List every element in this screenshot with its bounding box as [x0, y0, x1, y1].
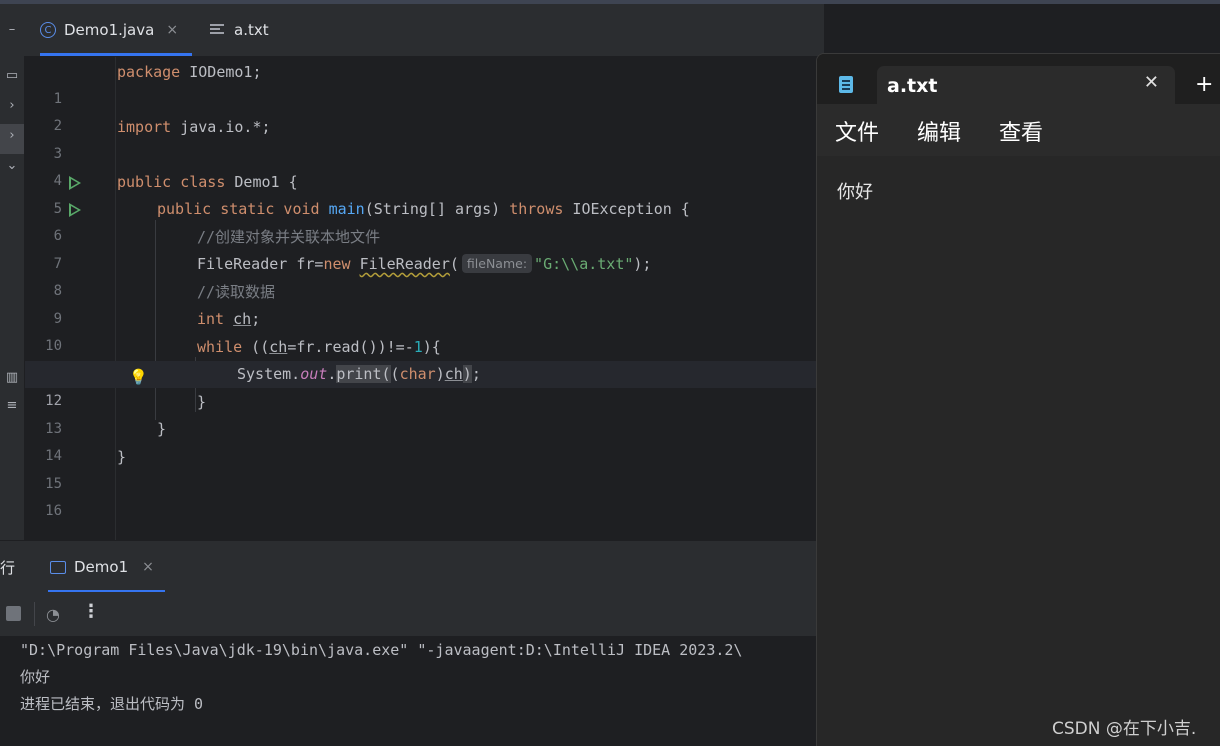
- stop-icon[interactable]: [6, 606, 21, 621]
- notepad-content: 你好: [837, 182, 873, 203]
- code-line: 7 //创建对象并关联本地文件: [25, 224, 816, 272]
- code-editor[interactable]: 1 package IODemo1; 2 3 import java.io.*;…: [25, 57, 816, 540]
- code-line: 9 //读取数据: [25, 279, 816, 327]
- new-tab-button[interactable]: +: [1195, 72, 1213, 97]
- tab-demo1-java[interactable]: C Demo1.java ×: [40, 4, 192, 56]
- java-class-icon: C: [40, 22, 56, 38]
- tab-label: a.txt: [234, 21, 269, 39]
- code-line: 3 import java.io.*;: [25, 114, 816, 162]
- collapse-icon[interactable]: –: [0, 22, 24, 37]
- console-line: "D:\Program Files\Java\jdk-19\bin\java.e…: [20, 641, 743, 659]
- run-tab-label: Demo1: [74, 558, 129, 576]
- more-options-icon[interactable]: ⋮: [82, 601, 100, 622]
- close-icon[interactable]: ×: [166, 22, 178, 38]
- todo-list-icon[interactable]: ≡: [0, 398, 24, 413]
- toolbar-divider: [34, 602, 35, 626]
- code-line: 11 while ((ch=fr.read())!=-1){: [25, 334, 816, 382]
- lightbulb-icon[interactable]: 💡: [129, 364, 148, 391]
- notepad-text-area[interactable]: 你好: [817, 156, 1220, 746]
- profiler-gauge-icon[interactable]: ◔: [46, 605, 66, 624]
- console-line: 进程已结束，退出代码为 0: [20, 695, 204, 713]
- chevron-down-icon[interactable]: ⌄: [0, 158, 24, 173]
- code-line: 2: [25, 86, 816, 134]
- chevron-right-icon[interactable]: ›: [0, 128, 24, 143]
- run-gutter-icon[interactable]: [69, 176, 81, 190]
- code-line: 14 }: [25, 416, 816, 464]
- text-file-icon: [210, 24, 224, 36]
- run-toolbar: ◔ ⋮: [0, 592, 816, 636]
- notepad-window: a.txt ✕ + 文件 编辑 查看 你好: [816, 53, 1220, 746]
- run-gutter-icon[interactable]: [69, 203, 81, 217]
- code-line: 16: [25, 471, 816, 519]
- parameter-hint: fileName:: [461, 254, 533, 273]
- line-number: 16: [45, 503, 62, 519]
- console-line: 你好: [20, 668, 51, 686]
- tab-run-demo1[interactable]: Demo1 ×: [48, 541, 165, 593]
- code-line-current: 12 💡 System.out.print((char)ch);: [25, 361, 816, 409]
- editor-tab-bar: C Demo1.java × a.txt: [24, 4, 824, 57]
- notepad-menu-bar: 文件 编辑 查看: [817, 104, 1220, 156]
- console-icon: [50, 560, 66, 574]
- menu-edit[interactable]: 编辑: [917, 115, 961, 147]
- code-line: 1 package IODemo1;: [25, 59, 816, 107]
- code-line: 15 }: [25, 444, 816, 492]
- notepad-app-icon: [839, 76, 853, 93]
- code-line: 13 }: [25, 389, 816, 437]
- console-output[interactable]: "D:\Program Files\Java\jdk-19\bin\java.e…: [0, 636, 816, 745]
- project-folder-icon[interactable]: ▭: [0, 68, 24, 83]
- code-line: 5 public class Demo1 {: [25, 169, 816, 217]
- close-icon[interactable]: ×: [142, 559, 154, 575]
- notepad-titlebar: a.txt ✕ +: [817, 54, 1220, 104]
- code-line: 10 int ch;: [25, 306, 816, 354]
- tab-label: Demo1.java: [64, 21, 155, 39]
- run-panel-header: 行 Demo1 ×: [0, 540, 816, 593]
- close-icon[interactable]: ✕: [1144, 72, 1159, 93]
- menu-view[interactable]: 查看: [999, 115, 1043, 147]
- notepad-tab[interactable]: a.txt ✕: [877, 66, 1175, 104]
- code-line: 4: [25, 141, 816, 189]
- run-panel-label: 行: [0, 559, 16, 577]
- code-line: 8 FileReader fr=new FileReader(fileName:…: [25, 251, 816, 299]
- chevron-right-icon[interactable]: ›: [0, 98, 24, 113]
- notepad-tab-title: a.txt: [887, 75, 938, 97]
- structure-icon[interactable]: ▥: [0, 370, 24, 385]
- tab-a-txt[interactable]: a.txt: [210, 4, 269, 56]
- code-line: 6 public static void main(String[] args)…: [25, 196, 816, 244]
- csdn-watermark: CSDN @在下小吉.: [1052, 719, 1197, 739]
- menu-file[interactable]: 文件: [835, 115, 879, 147]
- left-tool-strip: – ▭ › › ⌄ ▥ ≡: [0, 4, 25, 540]
